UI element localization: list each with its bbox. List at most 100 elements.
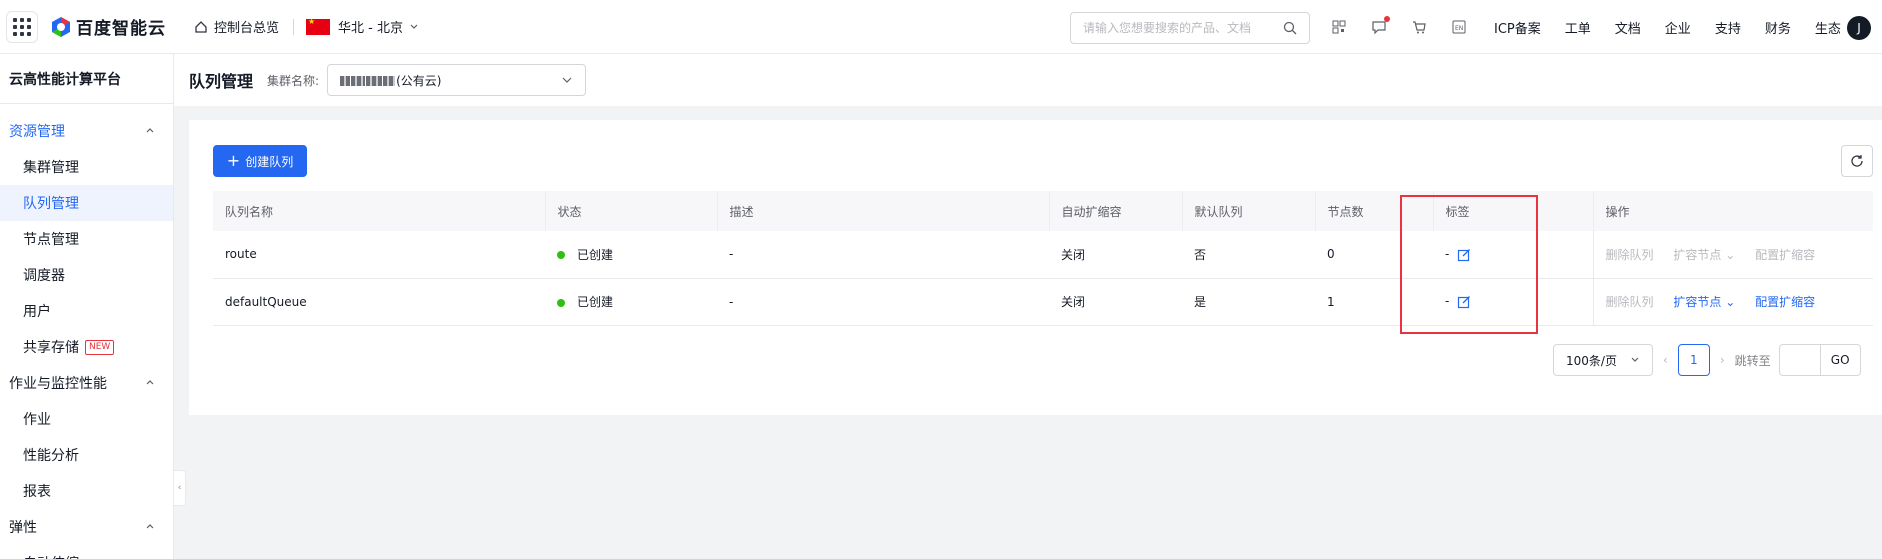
divider (293, 18, 295, 35)
column-header-description: 描述 (717, 191, 1050, 231)
chevron-down-icon: ⌄ (1725, 295, 1736, 309)
column-header-tags: 标签 (1433, 191, 1594, 231)
console-home-link[interactable]: 控制台总览 (194, 17, 279, 36)
nav-icp[interactable]: ICP备案 (1494, 18, 1541, 37)
chevron-down-icon (410, 24, 418, 29)
sidebar-item-nodes[interactable]: 节点管理 (0, 221, 173, 257)
sidebar-collapse-handle[interactable]: ‹ (174, 470, 186, 506)
sidebar-item-reports[interactable]: 报表 (0, 473, 173, 509)
refresh-icon (1851, 155, 1863, 167)
table-row: route 已创建 - 关闭 否 0 - 删除队列 扩容节点 ⌄ 配置扩缩容 (213, 231, 1873, 279)
chevron-down-icon (562, 77, 572, 83)
region-selector[interactable]: 华北 - 北京 (306, 17, 419, 36)
sidebar-item-queues[interactable]: 队列管理 (0, 185, 173, 221)
plus-icon: + (226, 151, 241, 170)
masked-cluster-name (383, 76, 396, 86)
nav-docs[interactable]: 文档 (1615, 18, 1641, 37)
scale-nodes-label: 扩容节点 (1673, 295, 1722, 309)
status-dot-icon (557, 251, 565, 260)
sidebar-item-clusters[interactable]: 集群管理 (0, 149, 173, 185)
qrcode-icon[interactable] (1330, 18, 1348, 36)
sidebar-item-performance[interactable]: 性能分析 (0, 437, 173, 473)
tag-value: - (1445, 247, 1450, 261)
create-queue-button[interactable]: + 创建队列 (213, 145, 307, 177)
queue-autoscale: 关闭 (1049, 231, 1182, 279)
next-page-icon[interactable]: › (1720, 353, 1725, 367)
refresh-button[interactable] (1841, 145, 1873, 177)
nav-ticket[interactable]: 工单 (1565, 18, 1591, 37)
chevron-up-icon (146, 524, 154, 529)
new-badge: NEW (85, 339, 115, 355)
queue-name: defaultQueue (213, 278, 545, 326)
queue-table: 队列名称 状态 描述 自动扩缩容 默认队列 节点数 标签 操作 route 已创… (213, 191, 1873, 326)
sidebar-group-resource[interactable]: 资源管理 (0, 113, 173, 149)
language-icon[interactable]: EN (1450, 18, 1468, 36)
sidebar: 云高性能计算平台 资源管理 集群管理 队列管理 节点管理 调度器 用户 共享存储… (0, 54, 174, 559)
goto-page-input[interactable] (1778, 344, 1821, 376)
sidebar-item-autoscaling[interactable]: 自动伸缩 (0, 545, 173, 559)
nav-enterprise[interactable]: 企业 (1665, 18, 1691, 37)
top-icons: EN (1330, 16, 1490, 36)
search-input[interactable] (1083, 21, 1283, 35)
queue-default: 否 (1182, 231, 1315, 279)
cluster-suffix: (公有云) (396, 73, 442, 88)
grid-icon (13, 17, 31, 36)
chevron-left-icon: ‹ (177, 483, 182, 493)
sidebar-item-users[interactable]: 用户 (0, 293, 173, 329)
apps-menu-button[interactable] (6, 10, 38, 43)
page-size-value: 100条/页 (1566, 353, 1617, 368)
goto-button[interactable]: GO (1820, 344, 1861, 376)
masked-cluster-name (366, 76, 383, 86)
queue-name: route (213, 231, 545, 279)
table-header-row: 队列名称 状态 描述 自动扩缩容 默认队列 节点数 标签 操作 (213, 191, 1873, 231)
configure-autoscale-action[interactable]: 配置扩缩容 (1755, 248, 1815, 262)
nav-finance[interactable]: 财务 (1765, 18, 1791, 37)
scale-nodes-action[interactable]: 扩容节点 ⌄ (1673, 295, 1735, 309)
queue-autoscale: 关闭 (1049, 278, 1182, 326)
page-header: 队列管理 集群名称: (公有云) (174, 54, 1882, 106)
global-search[interactable] (1070, 12, 1310, 44)
queue-tags: - (1433, 278, 1593, 326)
delete-queue-action[interactable]: 删除队列 (1606, 248, 1654, 262)
queue-actions: 删除队列 扩容节点 ⌄ 配置扩缩容 (1592, 278, 1873, 326)
brand-logo[interactable]: 百度智能云 (50, 14, 166, 39)
pagination: 100条/页 ‹ 1 › 跳转至 GO (1553, 344, 1861, 376)
user-avatar[interactable]: J (1847, 16, 1871, 40)
message-icon[interactable] (1370, 16, 1390, 36)
queue-status: 已创建 (545, 278, 717, 326)
scale-nodes-action[interactable]: 扩容节点 ⌄ (1673, 248, 1735, 262)
status-dot-icon (557, 298, 565, 307)
configure-autoscale-action[interactable]: 配置扩缩容 (1755, 295, 1815, 309)
sidebar-item-jobs[interactable]: 作业 (0, 401, 173, 437)
page-number-current[interactable]: 1 (1677, 344, 1710, 376)
chevron-down-icon: ⌄ (1725, 247, 1736, 262)
sidebar-item-shared-storage[interactable]: 共享存储 NEW (0, 329, 173, 365)
nav-ecosystem[interactable]: 生态 (1815, 18, 1841, 37)
region-label: 华北 - 北京 (338, 21, 403, 36)
page-size-select[interactable]: 100条/页 (1553, 344, 1653, 376)
column-header-default: 默认队列 (1182, 191, 1316, 231)
prev-page-icon[interactable]: ‹ (1663, 353, 1668, 367)
cart-icon[interactable] (1410, 18, 1428, 36)
queue-status: 已创建 (545, 231, 717, 279)
baidu-cloud-logo-icon (52, 16, 70, 37)
sidebar-group-label: 资源管理 (9, 124, 65, 140)
search-icon[interactable] (1283, 21, 1297, 35)
status-text: 已创建 (577, 247, 614, 262)
page-title: 队列管理 (189, 72, 254, 91)
edit-tag-icon[interactable] (1457, 295, 1471, 309)
home-label: 控制台总览 (214, 21, 280, 36)
nav-support[interactable]: 支持 (1715, 18, 1741, 37)
cluster-select[interactable]: (公有云) (327, 64, 587, 96)
goto-label: 跳转至 (1734, 353, 1771, 368)
edit-tag-icon[interactable] (1457, 248, 1471, 262)
sidebar-group-jobs[interactable]: 作业与监控性能 (0, 365, 173, 401)
sidebar-item-scheduler[interactable]: 调度器 (0, 257, 173, 293)
chevron-down-icon (1631, 357, 1639, 362)
delete-queue-action[interactable]: 删除队列 (1606, 295, 1654, 309)
brand-name: 百度智能云 (76, 19, 166, 39)
sidebar-group-elastic[interactable]: 弹性 (0, 509, 173, 545)
top-nav: ICP备案 工单 文档 企业 支持 财务 生态 (1494, 0, 1865, 54)
queue-tags: - (1433, 231, 1593, 279)
chevron-up-icon (146, 128, 154, 133)
